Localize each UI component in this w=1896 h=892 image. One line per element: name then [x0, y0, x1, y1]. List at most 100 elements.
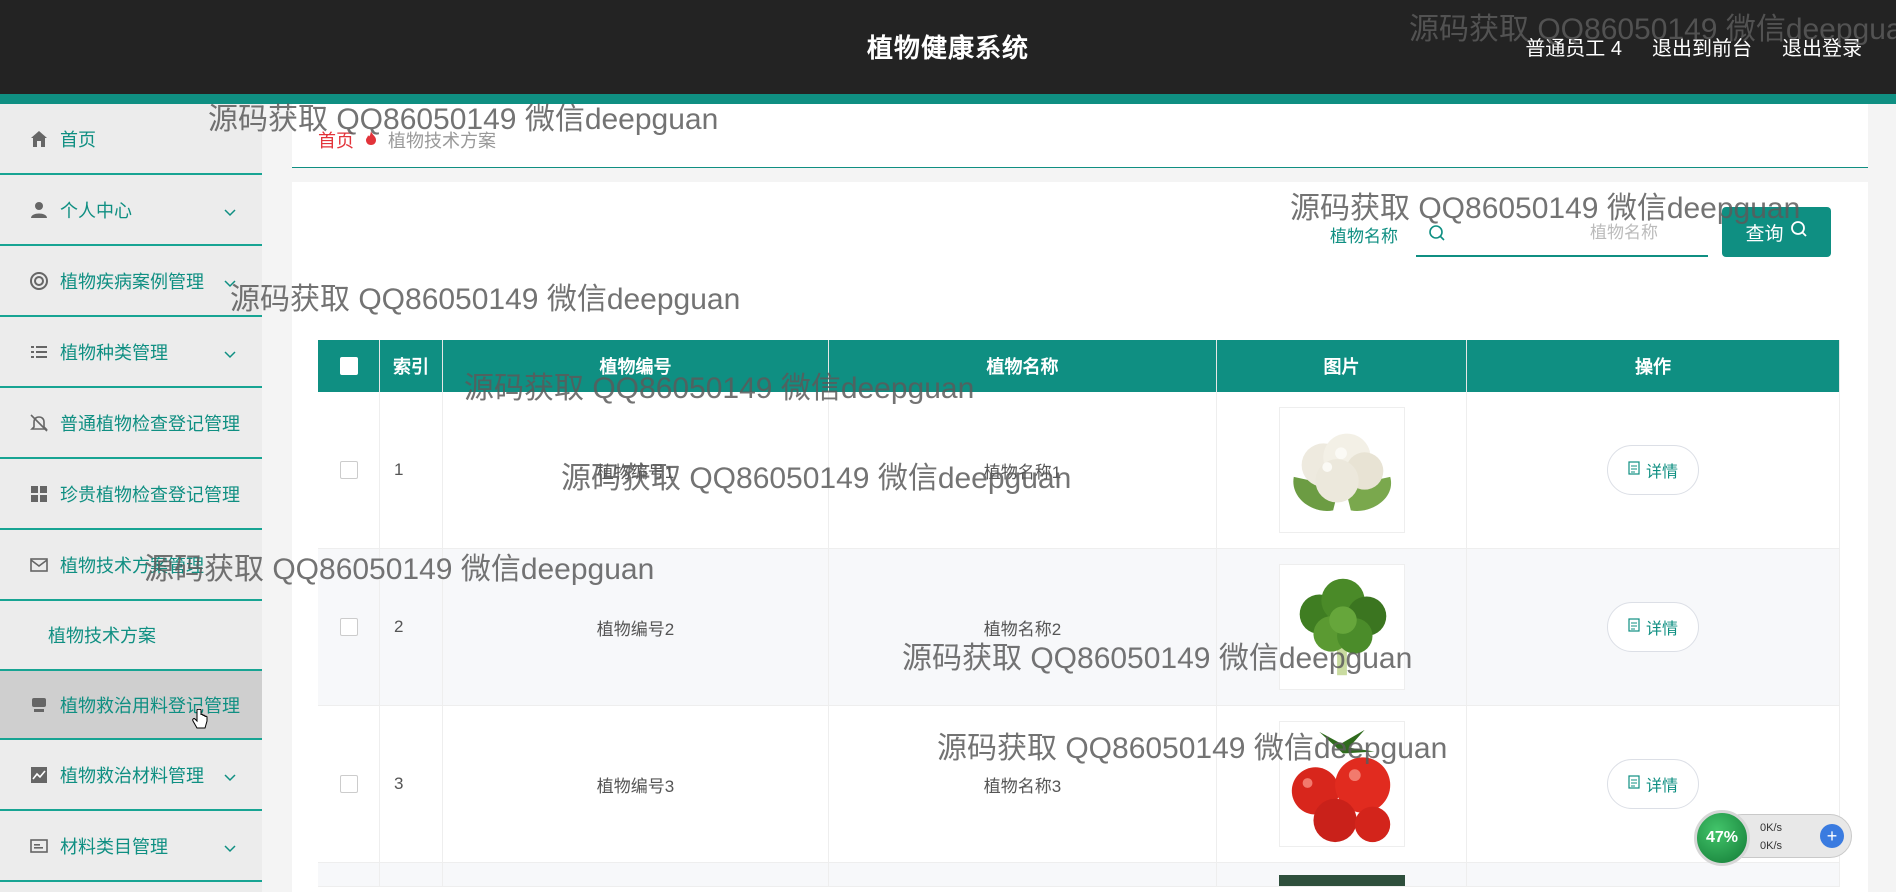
breadcrumb: 首页 植物技术方案	[318, 127, 496, 153]
detail-button-label: 详情	[1645, 621, 1678, 638]
network-monitor-widget[interactable]: 47% 0K/s 0K/s +	[1694, 810, 1852, 866]
row-checkbox[interactable]	[339, 618, 358, 636]
sidebar-item-label: 植物种类管理	[60, 342, 168, 363]
sidebar-item-home[interactable]: 首页	[0, 104, 262, 175]
plant-name-search-input[interactable]	[1452, 218, 1692, 248]
row-plant-name: 植物名称3	[829, 706, 1217, 862]
cauliflower-image[interactable]	[1278, 407, 1405, 533]
chevron-down-icon	[224, 837, 236, 858]
sidebar-item-treatment-materials[interactable]: 植物救治材料管理	[0, 740, 262, 811]
leafy-greens-image[interactable]	[1278, 564, 1405, 690]
chevron-down-icon	[224, 201, 236, 222]
sidebar-item-common-inspection[interactable]: 普通植物检查登记管理	[0, 388, 262, 459]
search-box	[1416, 212, 1708, 257]
header-index: 索引	[380, 340, 443, 392]
sidebar-item-label: 普通植物检查登记管理	[60, 413, 240, 434]
chevron-down-icon	[224, 272, 236, 293]
row-image-cell	[1217, 392, 1467, 548]
top-links: 普通员工 4 退出到前台 退出登录	[1525, 32, 1862, 61]
row-image-cell	[1217, 549, 1467, 705]
breadcrumb-home[interactable]: 首页	[318, 127, 354, 153]
detail-button[interactable]: 详情	[1607, 602, 1699, 652]
sidebar-item-label: 珍贵植物检查登记管理	[60, 484, 240, 505]
sidebar-item-label: 植物救治用料登记管理	[60, 695, 240, 716]
row-actions: 详情	[1467, 549, 1840, 705]
search-icon	[1790, 220, 1808, 244]
row-plant-name: 植物名称2	[829, 549, 1217, 705]
detail-button-label: 详情	[1645, 778, 1678, 795]
select-all-checkbox[interactable]	[339, 357, 358, 375]
breadcrumb-current: 植物技术方案	[388, 131, 496, 151]
sidebar-subitem-tech-plan[interactable]: 植物技术方案	[0, 601, 262, 669]
sidebar-item-plant-types[interactable]: 植物种类管理	[0, 317, 262, 388]
sidebar-item-label: 个人中心	[60, 200, 132, 221]
detail-button[interactable]: 详情	[1607, 759, 1699, 809]
upload-speed: 0K/s	[1760, 822, 1783, 834]
home-icon	[28, 128, 50, 150]
mail-icon	[28, 554, 50, 576]
sidebar-item-label: 植物技术方案管理	[60, 555, 204, 576]
tomatoes-image[interactable]	[1278, 721, 1405, 847]
select-all-cell	[318, 340, 380, 392]
header-plant-name: 植物名称	[829, 340, 1217, 392]
sidebar-item-disease-cases[interactable]: 植物疾病案例管理	[0, 246, 262, 317]
sidebar-item-label: 植物救治材料管理	[60, 765, 204, 786]
logout-link[interactable]: 退出登录	[1782, 32, 1862, 61]
lifebuoy-icon	[28, 270, 50, 292]
header-image: 图片	[1217, 340, 1467, 392]
search-label: 植物名称	[1330, 227, 1398, 246]
sidebar-item-precious-inspection[interactable]: 珍贵植物检查登记管理	[0, 459, 262, 530]
detail-button[interactable]: 详情	[1607, 445, 1699, 495]
row-plant-name: 植物名称1	[829, 392, 1217, 548]
row-checkbox[interactable]	[339, 775, 358, 793]
row-plant-code: 植物编号1	[443, 392, 829, 548]
row-image-cell	[1217, 863, 1467, 886]
row-plant-code: 植物编号2	[443, 549, 829, 705]
usage-percent: 47%	[1694, 810, 1750, 866]
row-index: 1	[380, 392, 443, 548]
back-to-front-link[interactable]: 退出到前台	[1652, 32, 1752, 61]
document-icon	[1628, 617, 1640, 637]
cursor-hand-icon	[192, 708, 208, 736]
sidebar-item-tech-plans[interactable]: 植物技术方案管理	[0, 530, 262, 601]
document-icon	[1628, 774, 1640, 794]
breadcrumb-panel	[292, 104, 1868, 168]
search-button-label: 查询	[1745, 223, 1784, 245]
table-row: 2 植物编号2 植物名称2 详情	[318, 549, 1840, 706]
row-select-cell	[318, 706, 380, 862]
search-icon	[1428, 224, 1446, 247]
printer-icon	[28, 694, 50, 716]
row-actions: 详情	[1467, 392, 1840, 548]
sidebar-item-material-categories[interactable]: 材料类目管理	[0, 811, 262, 882]
chevron-down-icon	[224, 766, 236, 787]
document-icon	[1628, 460, 1640, 480]
plus-icon[interactable]: +	[1820, 824, 1844, 848]
table-header: 索引 植物编号 植物名称 图片 操作	[318, 340, 1840, 392]
row-plant-code: 植物编号3	[443, 706, 829, 862]
sidebar-item-label: 植物疾病案例管理	[60, 271, 204, 292]
table-row: 1 植物编号1 植物名称1 详情	[318, 392, 1840, 549]
table-row	[318, 863, 1840, 887]
sidebar-item-treatment-materials-registration[interactable]: 植物救治用料登记管理	[0, 669, 262, 740]
flame-icon	[364, 130, 378, 151]
sidebar-item-label: 首页	[60, 129, 96, 150]
sidebar-item-personal-center[interactable]: 个人中心	[0, 175, 262, 246]
top-bar-accent	[0, 94, 1896, 104]
user-label[interactable]: 普通员工 4	[1525, 32, 1622, 61]
detail-button-label: 详情	[1645, 464, 1678, 481]
row-index: 3	[380, 706, 443, 862]
row-checkbox[interactable]	[339, 461, 358, 479]
row-image-cell	[1217, 706, 1467, 862]
row-select-cell	[318, 549, 380, 705]
header-plant-code: 植物编号	[443, 340, 829, 392]
search-button[interactable]: 查询	[1722, 207, 1831, 257]
plant-image-partial	[1278, 875, 1405, 886]
list-icon	[28, 341, 50, 363]
table-row: 3 植物编号3 植物名称3 详情	[318, 706, 1840, 863]
bell-off-icon	[28, 412, 50, 434]
chart-icon	[28, 764, 50, 786]
header-actions: 操作	[1467, 340, 1840, 392]
card-icon	[28, 835, 50, 857]
data-table: 索引 植物编号 植物名称 图片 操作 1 植物编号1 植物名称1 详情 2 植物…	[318, 340, 1840, 887]
row-index: 2	[380, 549, 443, 705]
